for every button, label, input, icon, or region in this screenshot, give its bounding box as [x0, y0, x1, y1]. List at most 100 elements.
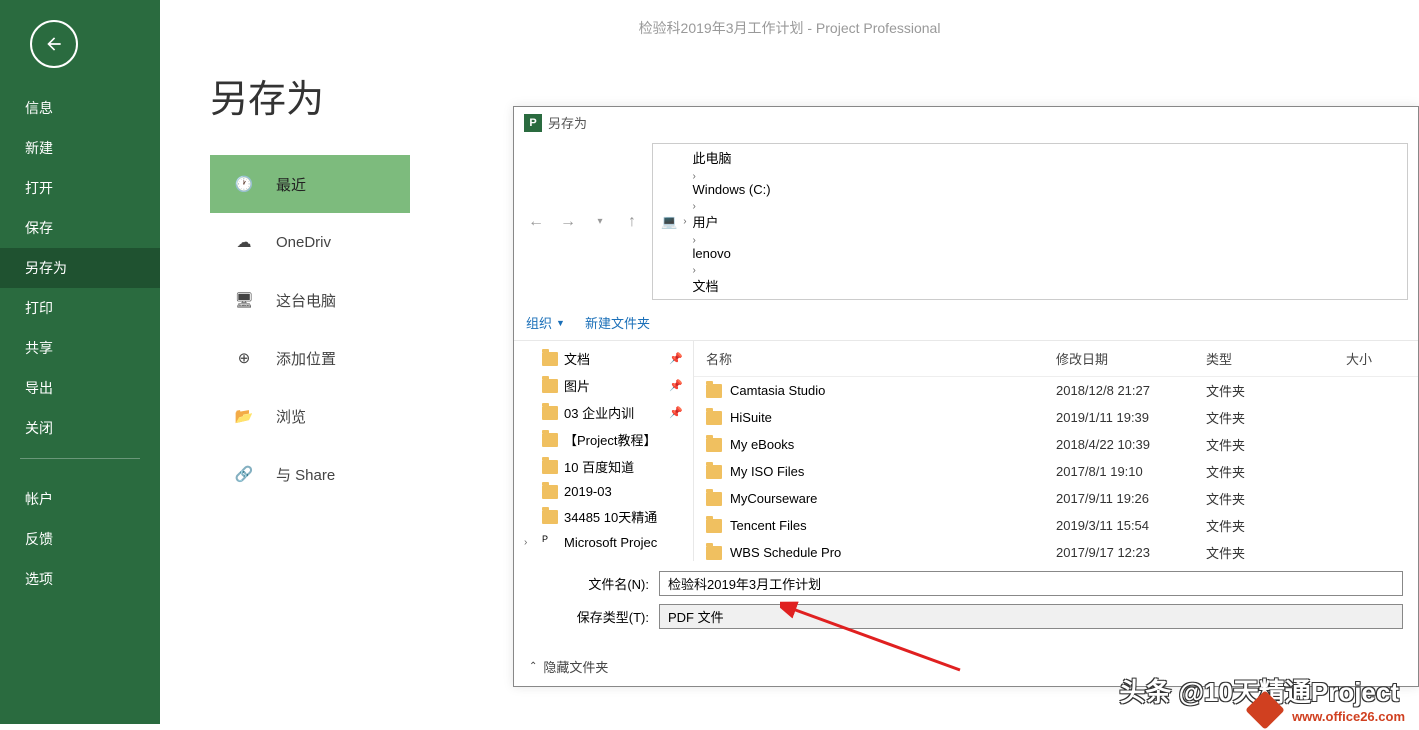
filename-input[interactable] — [659, 571, 1403, 596]
location-label: 最近 — [276, 174, 306, 195]
file-type: 文件夹 — [1206, 489, 1346, 508]
backstage-sidebar: 信息新建打开保存另存为打印共享导出关闭 帐户反馈选项 — [0, 0, 160, 724]
nav-item-3[interactable]: 保存 — [0, 208, 160, 248]
pc-icon: 💻 — [661, 214, 677, 230]
tree-item[interactable]: 2019-03 — [514, 480, 693, 503]
filetype-select[interactable] — [659, 604, 1403, 629]
breadcrumb-item[interactable]: 此电脑 — [693, 148, 771, 167]
tree-item[interactable]: 10 百度知道 — [514, 453, 693, 480]
pin-icon: 📌 — [669, 352, 683, 365]
column-size[interactable]: 大小 — [1346, 349, 1406, 368]
chevron-right-icon: › — [693, 201, 696, 212]
breadcrumb-item[interactable]: lenovo — [693, 246, 771, 261]
chevron-right-icon: › — [683, 216, 686, 227]
tree-label: 图片 — [564, 376, 590, 395]
back-button[interactable] — [30, 20, 78, 68]
file-date: 2019/3/11 15:54 — [1056, 518, 1206, 533]
pc-icon: 🖥 — [230, 286, 258, 314]
breadcrumb-item[interactable]: Windows (C:) — [693, 182, 771, 197]
location-label: 这台电脑 — [276, 290, 336, 311]
tree-label: 【Project教程】 — [564, 430, 656, 449]
location-add[interactable]: ⊕添加位置 — [210, 329, 410, 387]
title-bar: 检验科2019年3月工作计划 - Project Professional — [160, 0, 1419, 38]
watermark-url: www.office26.com — [1292, 709, 1405, 724]
file-name-label: Camtasia Studio — [730, 383, 825, 398]
nav-item-7[interactable]: 导出 — [0, 368, 160, 408]
nav-item-1[interactable]: 新建 — [0, 128, 160, 168]
location-pc[interactable]: 🖥 这台电脑 — [210, 271, 410, 329]
address-bar[interactable]: 💻 › 此电脑 › Windows (C:) › 用户 › lenovo › 文… — [652, 143, 1408, 300]
nav-back-button[interactable]: ← — [524, 210, 548, 234]
location-onedrive[interactable]: ☁OneDriv — [210, 213, 410, 271]
file-row[interactable]: Camtasia Studio2018/12/8 21:27文件夹 — [694, 377, 1418, 404]
file-row[interactable]: My ISO Files2017/8/1 19:10文件夹 — [694, 458, 1418, 485]
clock-icon: 🕐 — [230, 170, 258, 198]
nav-forward-button[interactable]: → — [556, 210, 580, 234]
collapse-icon[interactable]: ⌃ — [529, 661, 537, 672]
column-type[interactable]: 类型 — [1206, 349, 1346, 368]
folder-icon — [706, 411, 722, 425]
account-item-0[interactable]: 帐户 — [0, 479, 160, 519]
location-browse[interactable]: 📂浏览 — [210, 387, 410, 445]
tree-item[interactable]: 文档📌 — [514, 345, 693, 372]
main-area: 检验科2019年3月工作计划 - Project Professional 另存… — [160, 0, 1419, 724]
file-row[interactable]: HiSuite2019/1/11 19:39文件夹 — [694, 404, 1418, 431]
file-date: 2017/8/1 19:10 — [1056, 464, 1206, 479]
new-folder-button[interactable]: 新建文件夹 — [585, 313, 650, 332]
account-item-1[interactable]: 反馈 — [0, 519, 160, 559]
filename-label: 文件名(N): — [529, 574, 659, 593]
dialog-title: 另存为 — [548, 113, 587, 132]
nav-item-2[interactable]: 打开 — [0, 168, 160, 208]
tree-item[interactable]: 34485 10天精通 — [514, 503, 693, 530]
project-icon: P — [524, 114, 542, 132]
file-type: 文件夹 — [1206, 543, 1346, 561]
pin-icon: 📌 — [669, 379, 683, 392]
chevron-down-icon: ▼ — [556, 318, 565, 328]
tree-label: 2019-03 — [564, 484, 612, 499]
save-locations: 🕐 最近 ☁OneDriv 🖥 这台电脑 ⊕添加位置📂浏览🔗与 Share — [210, 155, 410, 503]
tree-item[interactable]: 图片 📌 — [514, 372, 693, 399]
nav-item-0[interactable]: 信息 — [0, 88, 160, 128]
file-row[interactable]: MyCourseware2017/9/11 19:26文件夹 — [694, 485, 1418, 512]
tree-item[interactable]: ›☁OneDrive — [514, 554, 693, 561]
file-type: 文件夹 — [1206, 516, 1346, 535]
file-browser: 文档📌 图片 📌 03 企业内训📌 【Project教程】 10 百度知道 2019-03 3… — [514, 341, 1418, 561]
file-type: 文件夹 — [1206, 435, 1346, 454]
location-share[interactable]: 🔗与 Share — [210, 445, 410, 503]
nav-item-6[interactable]: 共享 — [0, 328, 160, 368]
location-clock[interactable]: 🕐 最近 — [210, 155, 410, 213]
file-type: 文件夹 — [1206, 408, 1346, 427]
column-headers: ▴ 名称 修改日期 类型 大小 — [694, 341, 1418, 377]
breadcrumb-item[interactable]: 用户 — [693, 212, 771, 231]
folder-icon — [706, 519, 722, 533]
folder-icon — [706, 492, 722, 506]
nav-item-4[interactable]: 另存为 — [0, 248, 160, 288]
column-name[interactable]: 名称 — [706, 349, 1056, 368]
file-row[interactable]: Tencent Files2019/3/11 15:54文件夹 — [694, 512, 1418, 539]
file-row[interactable]: WBS Schedule Pro2017/9/17 12:23文件夹 — [694, 539, 1418, 561]
organize-button[interactable]: 组织 ▼ — [526, 313, 565, 332]
file-date: 2018/4/22 10:39 — [1056, 437, 1206, 452]
location-label: 与 Share — [276, 464, 335, 485]
chevron-right-icon: › — [693, 265, 696, 276]
browse-icon: 📂 — [230, 402, 258, 430]
save-form: 文件名(N): 保存类型(T): — [514, 561, 1418, 647]
hide-folders-button[interactable]: 隐藏文件夹 — [543, 657, 608, 676]
file-row[interactable]: My eBooks2018/4/22 10:39文件夹 — [694, 431, 1418, 458]
tree-item[interactable]: 【Project教程】 — [514, 426, 693, 453]
filetype-label: 保存类型(T): — [529, 607, 659, 626]
account-item-2[interactable]: 选项 — [0, 559, 160, 599]
tree-item[interactable]: ›PMicrosoft Projec — [514, 530, 693, 554]
file-name-label: My ISO Files — [730, 464, 804, 479]
tree-item[interactable]: 03 企业内训📌 — [514, 399, 693, 426]
folder-icon — [706, 438, 722, 452]
nav-item-8[interactable]: 关闭 — [0, 408, 160, 448]
nav-item-5[interactable]: 打印 — [0, 288, 160, 328]
breadcrumb-item[interactable]: 文档 — [693, 276, 771, 295]
folder-icon — [706, 465, 722, 479]
nav-up-button[interactable]: ↑ — [620, 210, 644, 234]
chevron-icon: › — [524, 537, 536, 548]
nav-history-button[interactable]: ▾ — [588, 210, 612, 234]
column-date[interactable]: 修改日期 — [1056, 349, 1206, 368]
file-name-label: MyCourseware — [730, 491, 817, 506]
